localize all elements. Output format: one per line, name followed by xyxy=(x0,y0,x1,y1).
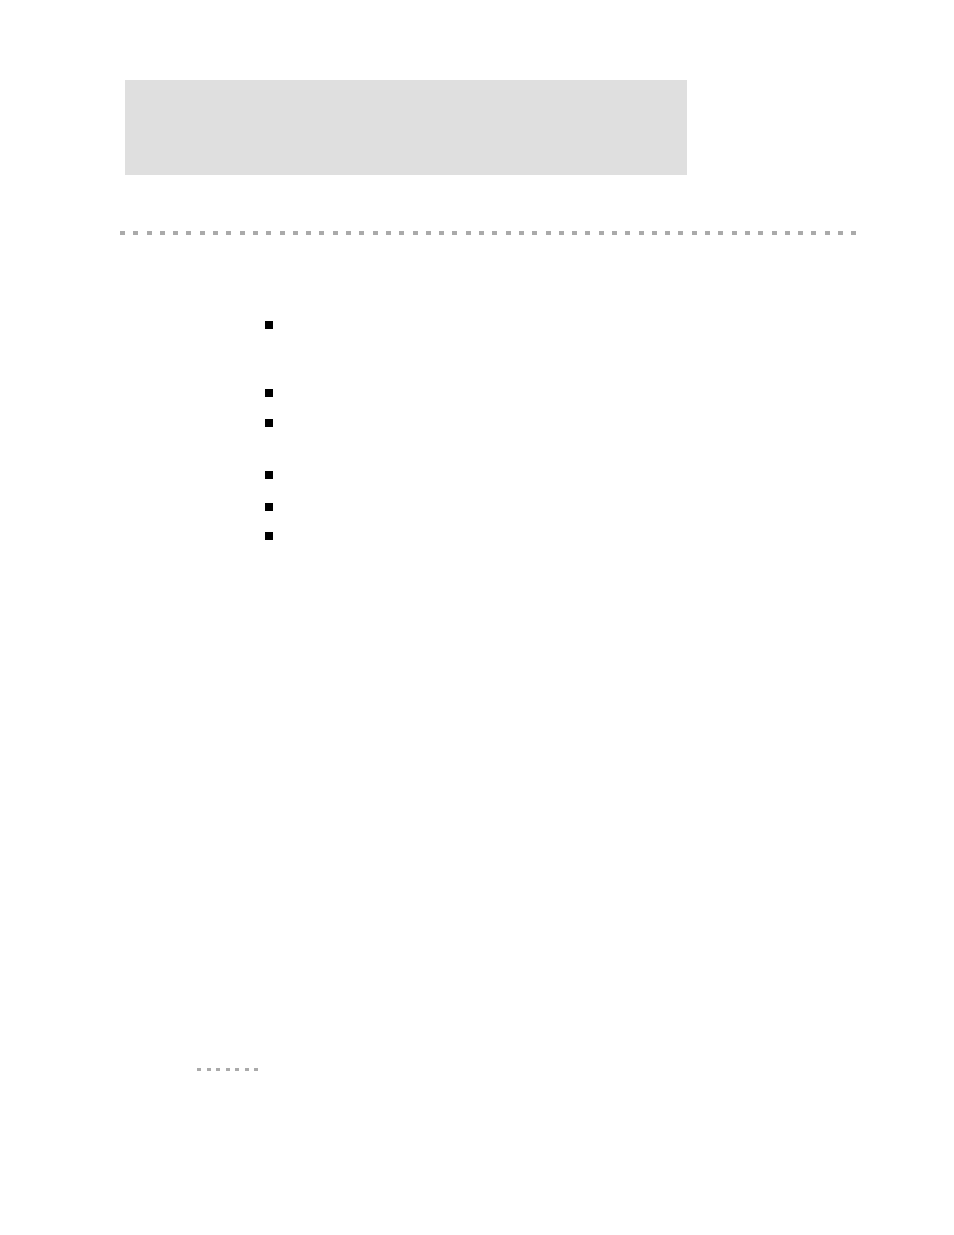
bullet-icon xyxy=(265,321,273,329)
divider-line xyxy=(120,231,857,235)
bullet-icon xyxy=(265,471,273,479)
bullet-icon xyxy=(265,419,273,427)
divider-short xyxy=(197,1068,258,1071)
bullet-icon xyxy=(265,532,273,540)
bullet-icon xyxy=(265,503,273,511)
bullet-icon xyxy=(265,389,273,397)
banner-box xyxy=(125,80,687,175)
